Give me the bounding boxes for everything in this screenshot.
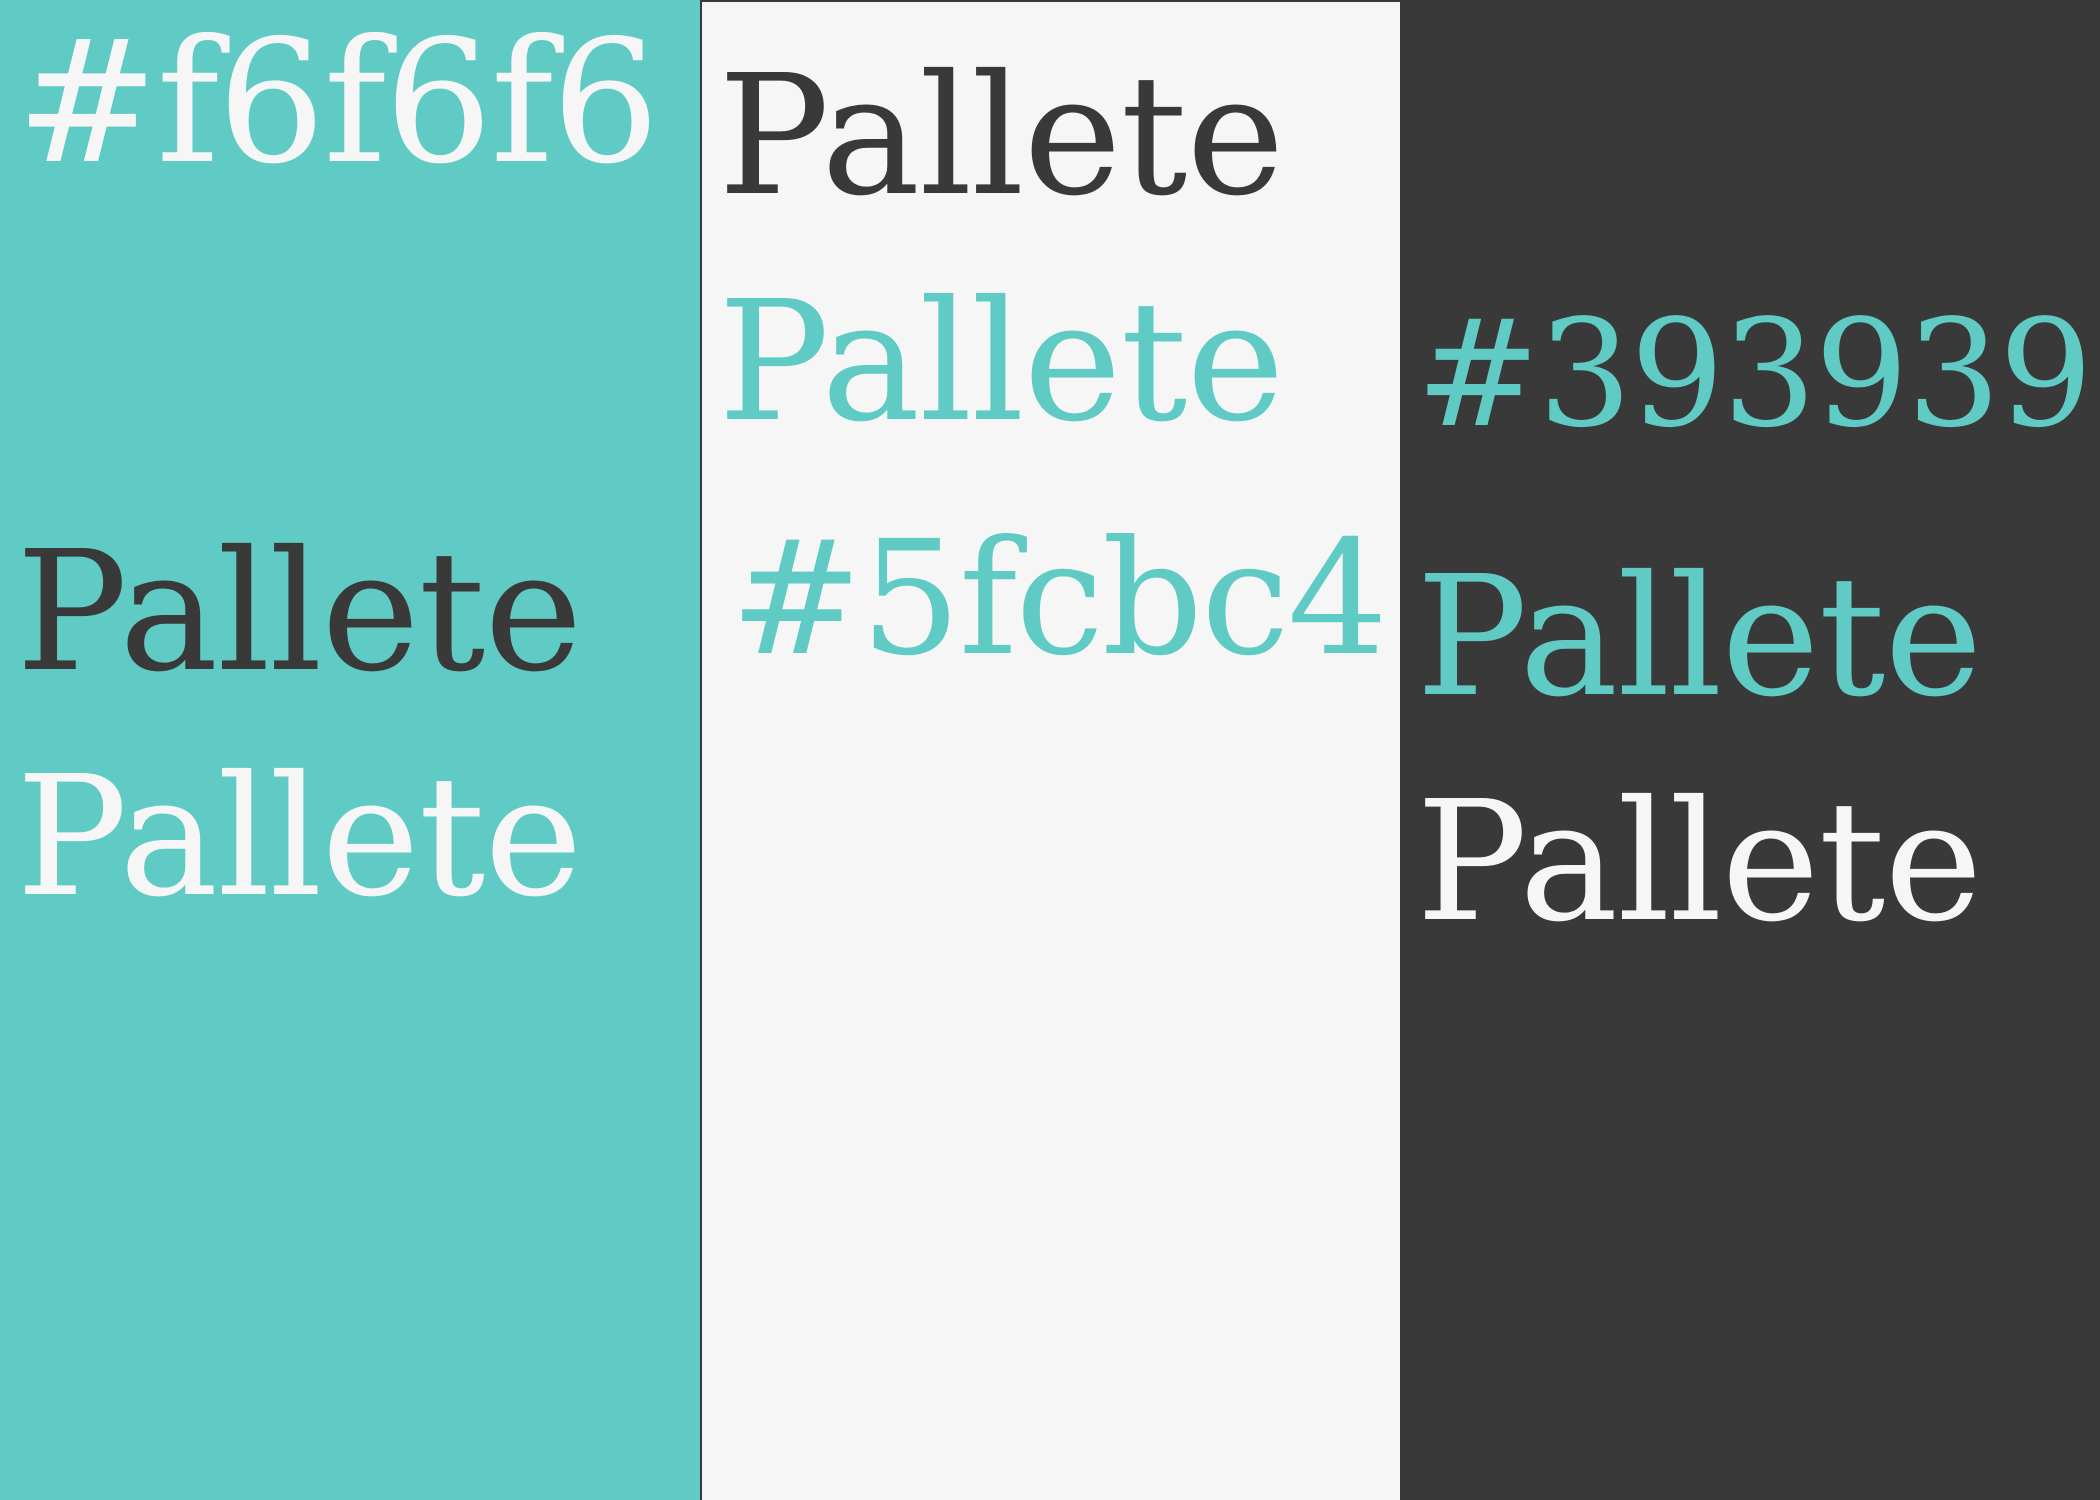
sample-text: Pallete [718, 40, 1285, 233]
swatch-dark: #393939 Pallete Pallete [1400, 0, 2100, 1500]
sample-text: Pallete [1416, 766, 1983, 959]
swatch-teal: #f6f6f6 Pallete Pallete [0, 0, 700, 1500]
hex-label: #f6f6f6 [16, 4, 660, 202]
palette-board: #f6f6f6 Pallete Pallete Pallete Pallete … [0, 0, 2100, 1500]
hex-label: #393939 [1416, 288, 2093, 460]
sample-text: Pallete [16, 741, 583, 934]
sample-text: Pallete [16, 516, 583, 709]
swatch-light: Pallete Pallete #5fcbc4 [700, 0, 1400, 1500]
sample-text: Pallete [1416, 541, 1983, 734]
sample-text: Pallete [718, 266, 1285, 459]
hex-label: #5fcbc4 [730, 507, 1388, 691]
